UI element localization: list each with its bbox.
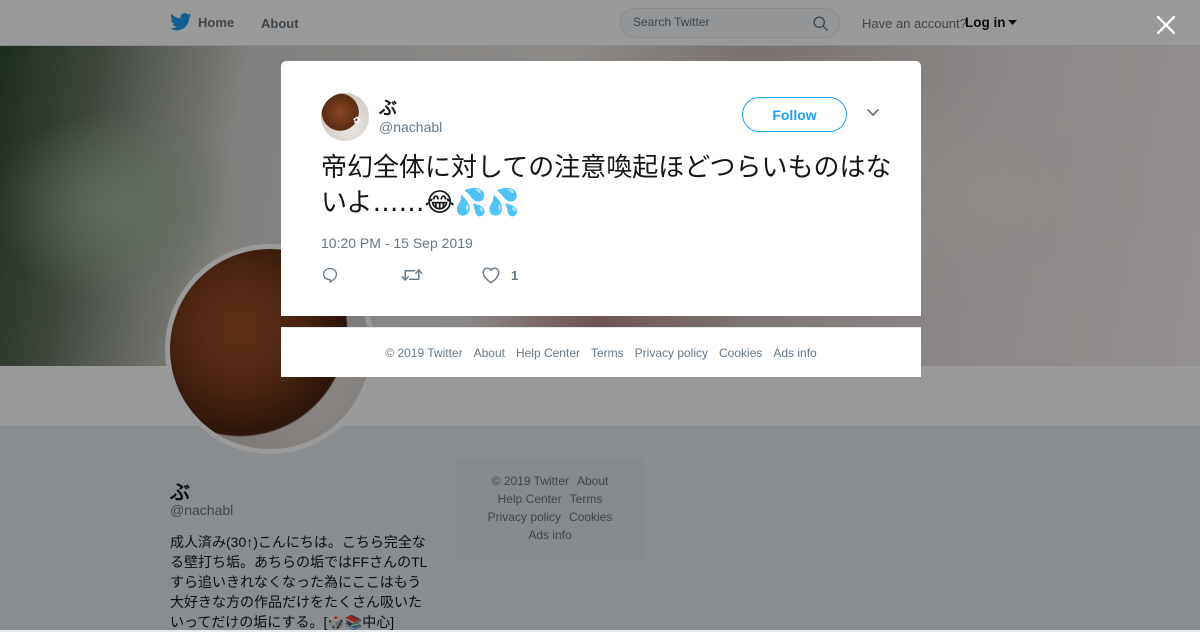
author-name[interactable]: ぶ [379, 94, 397, 120]
tweet-actions: 1 [321, 266, 518, 284]
reply-icon [322, 267, 338, 283]
reply-button[interactable] [321, 266, 401, 284]
close-icon[interactable] [1155, 14, 1177, 36]
like-icon [482, 267, 500, 284]
retweet-icon [401, 269, 423, 281]
footer-help-center-link[interactable]: Help Center [516, 346, 580, 360]
footer-about-link[interactable]: About [474, 346, 505, 360]
author-avatar[interactable]: ✿ [321, 93, 369, 141]
footer-ads-info-link[interactable]: Ads info [773, 346, 816, 360]
author-handle[interactable]: @nachabl [379, 119, 442, 135]
tweet-emojis: 😂💦💦 [424, 188, 520, 218]
follow-button[interactable]: Follow [742, 97, 847, 132]
chevron-down-icon[interactable] [866, 108, 880, 118]
tweet-timestamp[interactable]: 10:20 PM - 15 Sep 2019 [321, 235, 473, 251]
footer-privacy-link[interactable]: Privacy policy [635, 346, 708, 360]
modal-footer: © 2019 Twitter About Help Center Terms P… [281, 327, 921, 377]
like-count: 1 [511, 267, 519, 283]
tweet-modal: ✿ ぶ @nachabl Follow 帝幻全体に対しての注意喚起ほどつらいもの… [281, 61, 921, 316]
footer-copyright: © 2019 Twitter [385, 345, 463, 360]
tweet-body: 帝幻全体に対しての注意喚起ほどつらいものはないよ…… [321, 153, 892, 218]
footer-cookies-link[interactable]: Cookies [719, 346, 762, 360]
retweet-button[interactable] [401, 266, 481, 284]
like-button[interactable]: 1 [481, 266, 518, 284]
flower-icon: ✿ [353, 115, 361, 125]
tweet-text: 帝幻全体に対しての注意喚起ほどつらいものはないよ……😂💦💦 [321, 151, 896, 221]
footer-terms-link[interactable]: Terms [591, 346, 624, 360]
